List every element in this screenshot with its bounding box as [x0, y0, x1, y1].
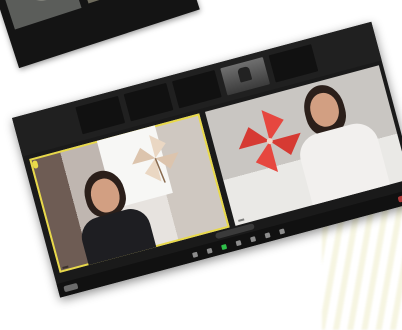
participant-caption: [229, 84, 268, 94]
microphone-icon[interactable]: [63, 282, 79, 293]
participant-name-tag: [238, 218, 245, 222]
participant-caption: [277, 71, 316, 81]
reactions-icon[interactable]: [278, 228, 285, 235]
participant-name-tag: [62, 265, 69, 269]
secondary-screen: [0, 0, 200, 69]
chat-icon[interactable]: [234, 239, 242, 246]
participant-thumb[interactable]: [75, 95, 126, 135]
mic-indicator-icon: [31, 160, 39, 170]
participants-icon[interactable]: [220, 243, 227, 250]
security-icon[interactable]: [205, 247, 213, 254]
secondary-video-tile: [0, 0, 82, 30]
participant-caption: [133, 109, 172, 119]
participant-caption: [84, 122, 123, 132]
camera-icon[interactable]: [191, 251, 198, 258]
participant-thumb[interactable]: [268, 44, 319, 83]
pinwheel-icon: [238, 110, 301, 172]
participant-thumb[interactable]: [123, 82, 174, 122]
secondary-video-tile: [66, 0, 175, 4]
share-screen-icon[interactable]: [249, 235, 256, 242]
participant-caption: [181, 97, 220, 107]
end-call-icon[interactable]: [397, 193, 402, 203]
participant-thumb-video[interactable]: [220, 57, 271, 96]
record-icon[interactable]: [263, 231, 271, 239]
participant-thumb[interactable]: [171, 69, 222, 109]
